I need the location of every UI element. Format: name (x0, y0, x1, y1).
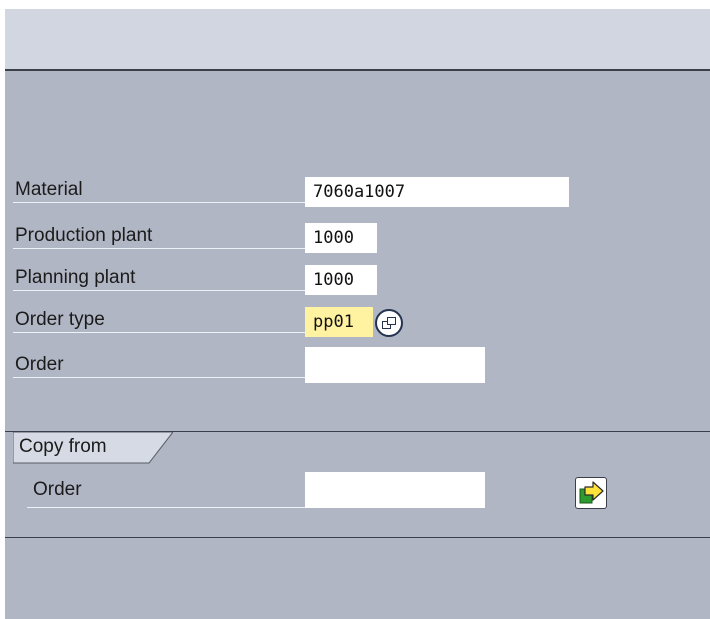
toolbar-band (5, 9, 710, 71)
copy-order-label: Order (27, 472, 305, 508)
execute-button[interactable] (575, 477, 607, 509)
production-plant-input[interactable]: 1000 (305, 223, 377, 253)
sap-screen: Material 7060a1007 Production plant 1000… (5, 9, 710, 619)
material-row: Material 7060a1007 (5, 177, 710, 208)
planning-plant-input[interactable]: 1000 (305, 265, 377, 295)
production-plant-label: Production plant (13, 223, 305, 249)
production-plant-row: Production plant 1000 (5, 223, 710, 254)
material-label: Material (13, 177, 305, 203)
possible-entries-icon[interactable] (375, 309, 403, 337)
copy-from-title: Copy from (19, 436, 107, 457)
material-input[interactable]: 7060a1007 (305, 177, 569, 207)
execute-arrow-icon (579, 481, 604, 504)
copy-order-input[interactable] (305, 472, 485, 508)
order-row: Order (5, 347, 710, 383)
order-type-input[interactable]: pp01 (305, 307, 373, 337)
order-type-row: Order type pp01 (5, 307, 710, 338)
order-label: Order (13, 352, 305, 378)
order-input[interactable] (305, 347, 485, 383)
planning-plant-label: Planning plant (13, 265, 305, 291)
order-type-label: Order type (13, 307, 305, 333)
planning-plant-row: Planning plant 1000 (5, 265, 710, 296)
